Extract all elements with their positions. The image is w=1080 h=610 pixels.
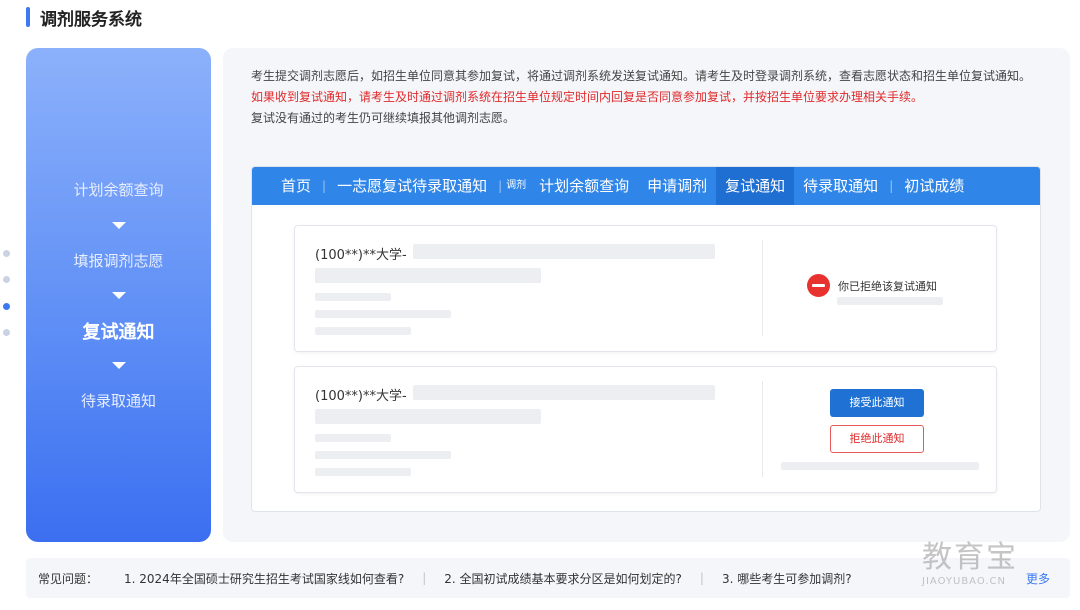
description-warning: 如果收到复试通知，请考生及时通过调剂系统在招生单位规定时间内回复是否同意参加复试… <box>251 90 924 104</box>
school-name: (100**)**大学- <box>315 248 407 263</box>
faq-separator: | <box>699 571 704 585</box>
content-panel: 考生提交调剂志愿后，如招生单位同意其参加复试，将通过调剂系统发送复试通知。请考生… <box>223 48 1070 542</box>
top-nav: 首页 | 一志愿复试待录取通知 | 调剂 计划余额查询 申请调剂 复试通知 待录… <box>252 167 1040 205</box>
step-plan-balance[interactable]: 计划余额查询 <box>26 179 211 200</box>
carousel-dot[interactable] <box>3 329 10 336</box>
system-preview: 首页 | 一志愿复试待录取通知 | 调剂 计划余额查询 申请调剂 复试通知 待录… <box>251 166 1041 512</box>
nav-initial-score[interactable]: 初试成绩 <box>895 167 973 205</box>
redacted-placeholder <box>315 451 451 459</box>
notice-card: (100**)**大学- 你已拒绝该复试通知 <box>294 225 997 352</box>
nav-first-choice[interactable]: 一志愿复试待录取通知 <box>328 167 496 205</box>
carousel-dot-active[interactable] <box>3 303 10 310</box>
card-divider <box>762 240 763 336</box>
chevron-down-icon <box>112 362 126 369</box>
reject-notice-button[interactable]: 拒绝此通知 <box>830 425 924 453</box>
nav-separator: | <box>498 179 503 193</box>
redacted-placeholder <box>837 297 943 305</box>
description-normal: 考生提交调剂志愿后，如招生单位同意其参加复试，将通过调剂系统发送复试通知。请考生… <box>251 69 1032 83</box>
page-header: 调剂服务系统 <box>26 6 142 30</box>
rejected-icon <box>807 274 830 297</box>
description-text: 考生提交调剂志愿后，如招生单位同意其参加复试，将通过调剂系统发送复试通知。请考生… <box>251 66 1041 129</box>
faq-link[interactable]: 2. 全国初试成绩基本要求分区是如何划定的? <box>434 570 692 587</box>
description-note: 复试没有通过的考生仍可继续填报其他调剂志愿。 <box>251 111 516 125</box>
nav-pending-admission[interactable]: 待录取通知 <box>794 167 887 205</box>
status-text: 你已拒绝该复试通知 <box>838 280 937 293</box>
title-accent-bar <box>26 7 30 27</box>
faq-separator: | <box>422 571 427 585</box>
redacted-placeholder <box>315 468 411 476</box>
nav-separator: | <box>889 179 894 193</box>
redacted-placeholder <box>315 293 391 301</box>
watermark-text: 教育宝 <box>922 540 1018 575</box>
step-pending-admission[interactable]: 待录取通知 <box>26 390 211 411</box>
page-title: 调剂服务系统 <box>40 9 142 30</box>
faq-bar: 常见问题： 1. 2024年全国硕士研究生招生考试国家线如何查看? | 2. 全… <box>26 558 1070 598</box>
redacted-placeholder <box>413 385 715 400</box>
process-steps-panel: 计划余额查询 填报调剂志愿 复试通知 待录取通知 <box>26 48 211 542</box>
chevron-down-icon <box>112 292 126 299</box>
carousel-dot[interactable] <box>3 250 10 257</box>
nav-home[interactable]: 首页 <box>272 167 320 205</box>
faq-label: 常见问题： <box>38 571 99 586</box>
faq-link[interactable]: 3. 哪些考生可参加调剂? <box>712 570 862 587</box>
nav-apply-adjust[interactable]: 申请调剂 <box>638 167 716 205</box>
carousel-dot[interactable] <box>3 276 10 283</box>
redacted-placeholder <box>315 409 541 424</box>
school-name: (100**)**大学- <box>315 389 407 404</box>
nav-separator: | <box>322 179 327 193</box>
nav-adjust-label: 调剂 <box>506 180 527 191</box>
notice-card: (100**)**大学- 接受此通知 拒绝此通知 <box>294 366 997 493</box>
accept-notice-button[interactable]: 接受此通知 <box>830 389 924 417</box>
redacted-placeholder <box>315 327 411 335</box>
watermark-url: JIAOYUBAO.CN <box>922 576 1006 587</box>
redacted-placeholder <box>781 462 979 470</box>
nav-retest-notice[interactable]: 复试通知 <box>716 167 795 205</box>
redacted-placeholder <box>315 434 391 442</box>
nav-plan-balance[interactable]: 计划余额查询 <box>530 167 638 205</box>
redacted-placeholder <box>315 310 451 318</box>
chevron-down-icon <box>112 222 126 229</box>
card-divider <box>762 381 763 477</box>
step-retest-notice[interactable]: 复试通知 <box>26 318 211 344</box>
step-fill-preference[interactable]: 填报调剂志愿 <box>26 250 211 271</box>
faq-link[interactable]: 1. 2024年全国硕士研究生招生考试国家线如何查看? <box>114 570 414 587</box>
redacted-placeholder <box>413 244 715 259</box>
watermark-logo: 教育宝 JIAOYUBAO.CN <box>922 532 1072 587</box>
redacted-placeholder <box>315 268 541 283</box>
